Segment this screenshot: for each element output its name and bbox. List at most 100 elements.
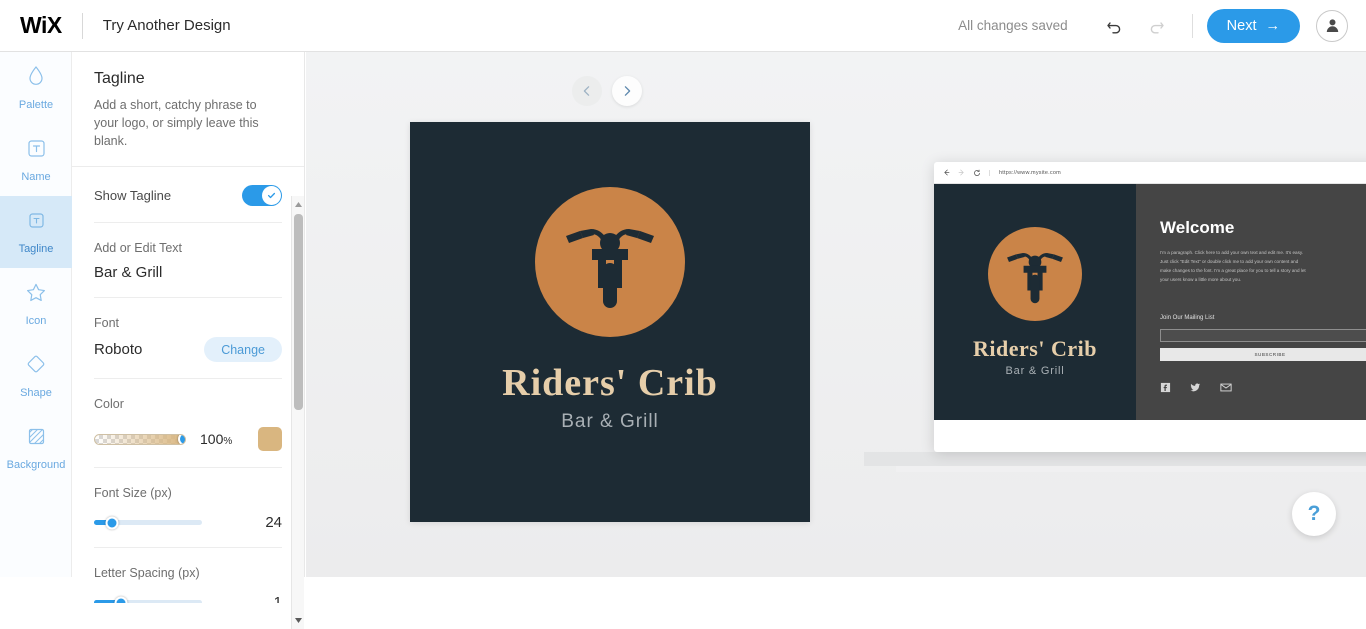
sidebar-item-background[interactable]: Background xyxy=(0,412,72,484)
color-row: Color 100% xyxy=(94,379,282,469)
mockup-email-input[interactable] xyxy=(1160,328,1366,342)
motorcycle-icon xyxy=(566,229,654,308)
mockup-logo-tagline: Bar & Grill xyxy=(1005,365,1065,377)
opacity-slider[interactable] xyxy=(94,433,186,445)
sidebar-item-tagline[interactable]: Tagline xyxy=(0,196,72,268)
mockup-url-text[interactable]: https://www.mysite.com xyxy=(989,169,1061,176)
mockup-mailing-label: Join Our Mailing List xyxy=(1160,314,1215,321)
panel-scrollbar[interactable] xyxy=(291,196,304,629)
sidebar-item-label: Shape xyxy=(20,387,52,399)
page-title: Tagline xyxy=(94,70,145,87)
next-design-button[interactable] xyxy=(612,76,642,106)
logo-preview[interactable]: Riders' Crib Bar & Grill xyxy=(410,122,810,522)
mockup-logo-icon-circle xyxy=(988,227,1082,321)
redo-icon xyxy=(1142,11,1172,41)
try-another-design-button[interactable]: Try Another Design xyxy=(103,17,231,34)
arrow-right-icon: → xyxy=(1265,17,1281,34)
change-font-button[interactable]: Change xyxy=(204,337,282,363)
chevron-right-icon xyxy=(624,86,631,96)
sidebar-item-palette[interactable]: Palette xyxy=(0,52,72,124)
mockup-paragraph: I'm a paragraph. Click here to add your … xyxy=(1160,250,1306,282)
mockup-page: Riders' Crib Bar & Grill Welcome I'm a p… xyxy=(934,184,1366,420)
font-size-row: Font Size (px) 24 xyxy=(94,468,282,549)
show-tagline-label: Show Tagline xyxy=(94,188,172,204)
scrollbar-thumb[interactable] xyxy=(294,214,303,410)
previous-design-button[interactable] xyxy=(572,76,602,106)
email-icon[interactable] xyxy=(1220,380,1232,398)
letter-spacing-slider[interactable] xyxy=(94,596,202,604)
tagline-text-input[interactable]: Bar & Grill xyxy=(94,264,282,281)
sidebar-item-shape[interactable]: Shape xyxy=(0,340,72,412)
chevron-left-icon xyxy=(583,86,590,96)
mockup-content-panel: Welcome I'm a paragraph. Click here to a… xyxy=(1136,184,1366,420)
toggle-knob xyxy=(262,186,281,206)
color-label: Color xyxy=(94,397,124,412)
design-nav-arrows xyxy=(572,76,642,106)
mockup-heading: Welcome xyxy=(1160,218,1235,237)
preview-canvas: Riders' Crib Bar & Grill https://www.mys… xyxy=(306,52,1366,577)
sidebar-item-label: Tagline xyxy=(18,242,54,255)
logo-icon-circle xyxy=(535,187,685,337)
motorcycle-icon xyxy=(1007,253,1063,304)
show-tagline-toggle[interactable] xyxy=(242,185,282,207)
settings-panel: Tagline Add a short, catchy phrase to yo… xyxy=(72,52,305,629)
hatch-icon xyxy=(26,426,47,452)
facebook-icon[interactable] xyxy=(1160,380,1171,398)
color-swatch[interactable] xyxy=(258,427,282,452)
sidebar-item-icon[interactable]: Icon xyxy=(0,268,72,340)
undo-icon[interactable] xyxy=(1100,11,1130,41)
logo-tagline-text: Bar & Grill xyxy=(561,411,659,432)
opacity-slider-knob[interactable] xyxy=(178,434,185,444)
font-size-value: 24 xyxy=(265,514,282,532)
sidebar-item-label: Palette xyxy=(18,99,54,111)
font-size-label: Font Size (px) xyxy=(94,486,172,501)
save-status-text: All changes saved xyxy=(958,18,1068,33)
mockup-url-bar: https://www.mysite.com xyxy=(934,162,1366,184)
sidebar-item-label: Name xyxy=(21,170,51,183)
sidebar-item-label: Icon xyxy=(25,314,47,327)
diamond-icon xyxy=(25,353,47,380)
sidebar-item-name[interactable]: Name xyxy=(0,124,72,196)
font-value: Roboto xyxy=(94,341,143,359)
droplet-icon xyxy=(26,65,46,92)
mockup-logo-name: Riders' Crib xyxy=(973,336,1097,361)
left-sidebar: Palette Name Tagline Icon Shape Backgrou… xyxy=(0,52,72,577)
sidebar-item-label: Background xyxy=(6,458,66,471)
wix-logo[interactable]: WiX xyxy=(20,12,62,39)
help-button[interactable]: ? xyxy=(1292,492,1336,536)
next-button[interactable]: Next → xyxy=(1206,8,1300,43)
font-row: Font Roboto Change xyxy=(94,298,282,380)
tagline-text-row: Add or Edit Text Bar & Grill xyxy=(94,223,282,299)
show-tagline-row: Show Tagline xyxy=(94,167,282,224)
font-label: Font xyxy=(94,316,120,331)
reload-icon xyxy=(974,169,980,176)
text-box-icon xyxy=(26,138,47,164)
scroll-up-icon[interactable] xyxy=(292,198,305,211)
website-mockup: https://www.mysite.com Riders' Crib Bar … xyxy=(934,162,1366,452)
font-size-slider[interactable] xyxy=(94,516,202,530)
top-bar-actions: All changes saved Next → xyxy=(958,8,1348,43)
letter-spacing-value: 1 xyxy=(273,594,282,604)
avatar[interactable] xyxy=(1316,9,1348,42)
text-box-icon xyxy=(26,210,47,236)
star-icon xyxy=(25,282,47,308)
logo-name-text: Riders' Crib xyxy=(502,362,718,404)
arrow-left-icon xyxy=(944,169,950,176)
mockup-social-links xyxy=(1160,380,1366,398)
twitter-icon[interactable] xyxy=(1190,380,1201,398)
mockup-base-shadow xyxy=(864,452,1366,466)
scroll-down-icon[interactable] xyxy=(292,614,305,627)
letter-spacing-slider-knob[interactable] xyxy=(114,596,128,604)
letter-spacing-row: Letter Spacing (px) 1 xyxy=(94,548,282,604)
next-button-label: Next xyxy=(1226,17,1257,34)
mockup-base-shadow-2 xyxy=(896,466,1366,472)
font-size-slider-knob[interactable] xyxy=(105,516,119,530)
panel-header: Tagline Add a short, catchy phrase to yo… xyxy=(72,52,304,168)
divider xyxy=(1191,13,1193,38)
opacity-value: 100% xyxy=(200,431,233,448)
divider xyxy=(81,12,83,39)
mockup-subscribe-button[interactable]: SUBSCRIBE xyxy=(1160,347,1366,361)
top-bar: WiX Try Another Design All changes saved… xyxy=(0,0,1366,52)
panel-description: Add a short, catchy phrase to your logo,… xyxy=(94,98,259,149)
check-icon xyxy=(267,193,276,199)
